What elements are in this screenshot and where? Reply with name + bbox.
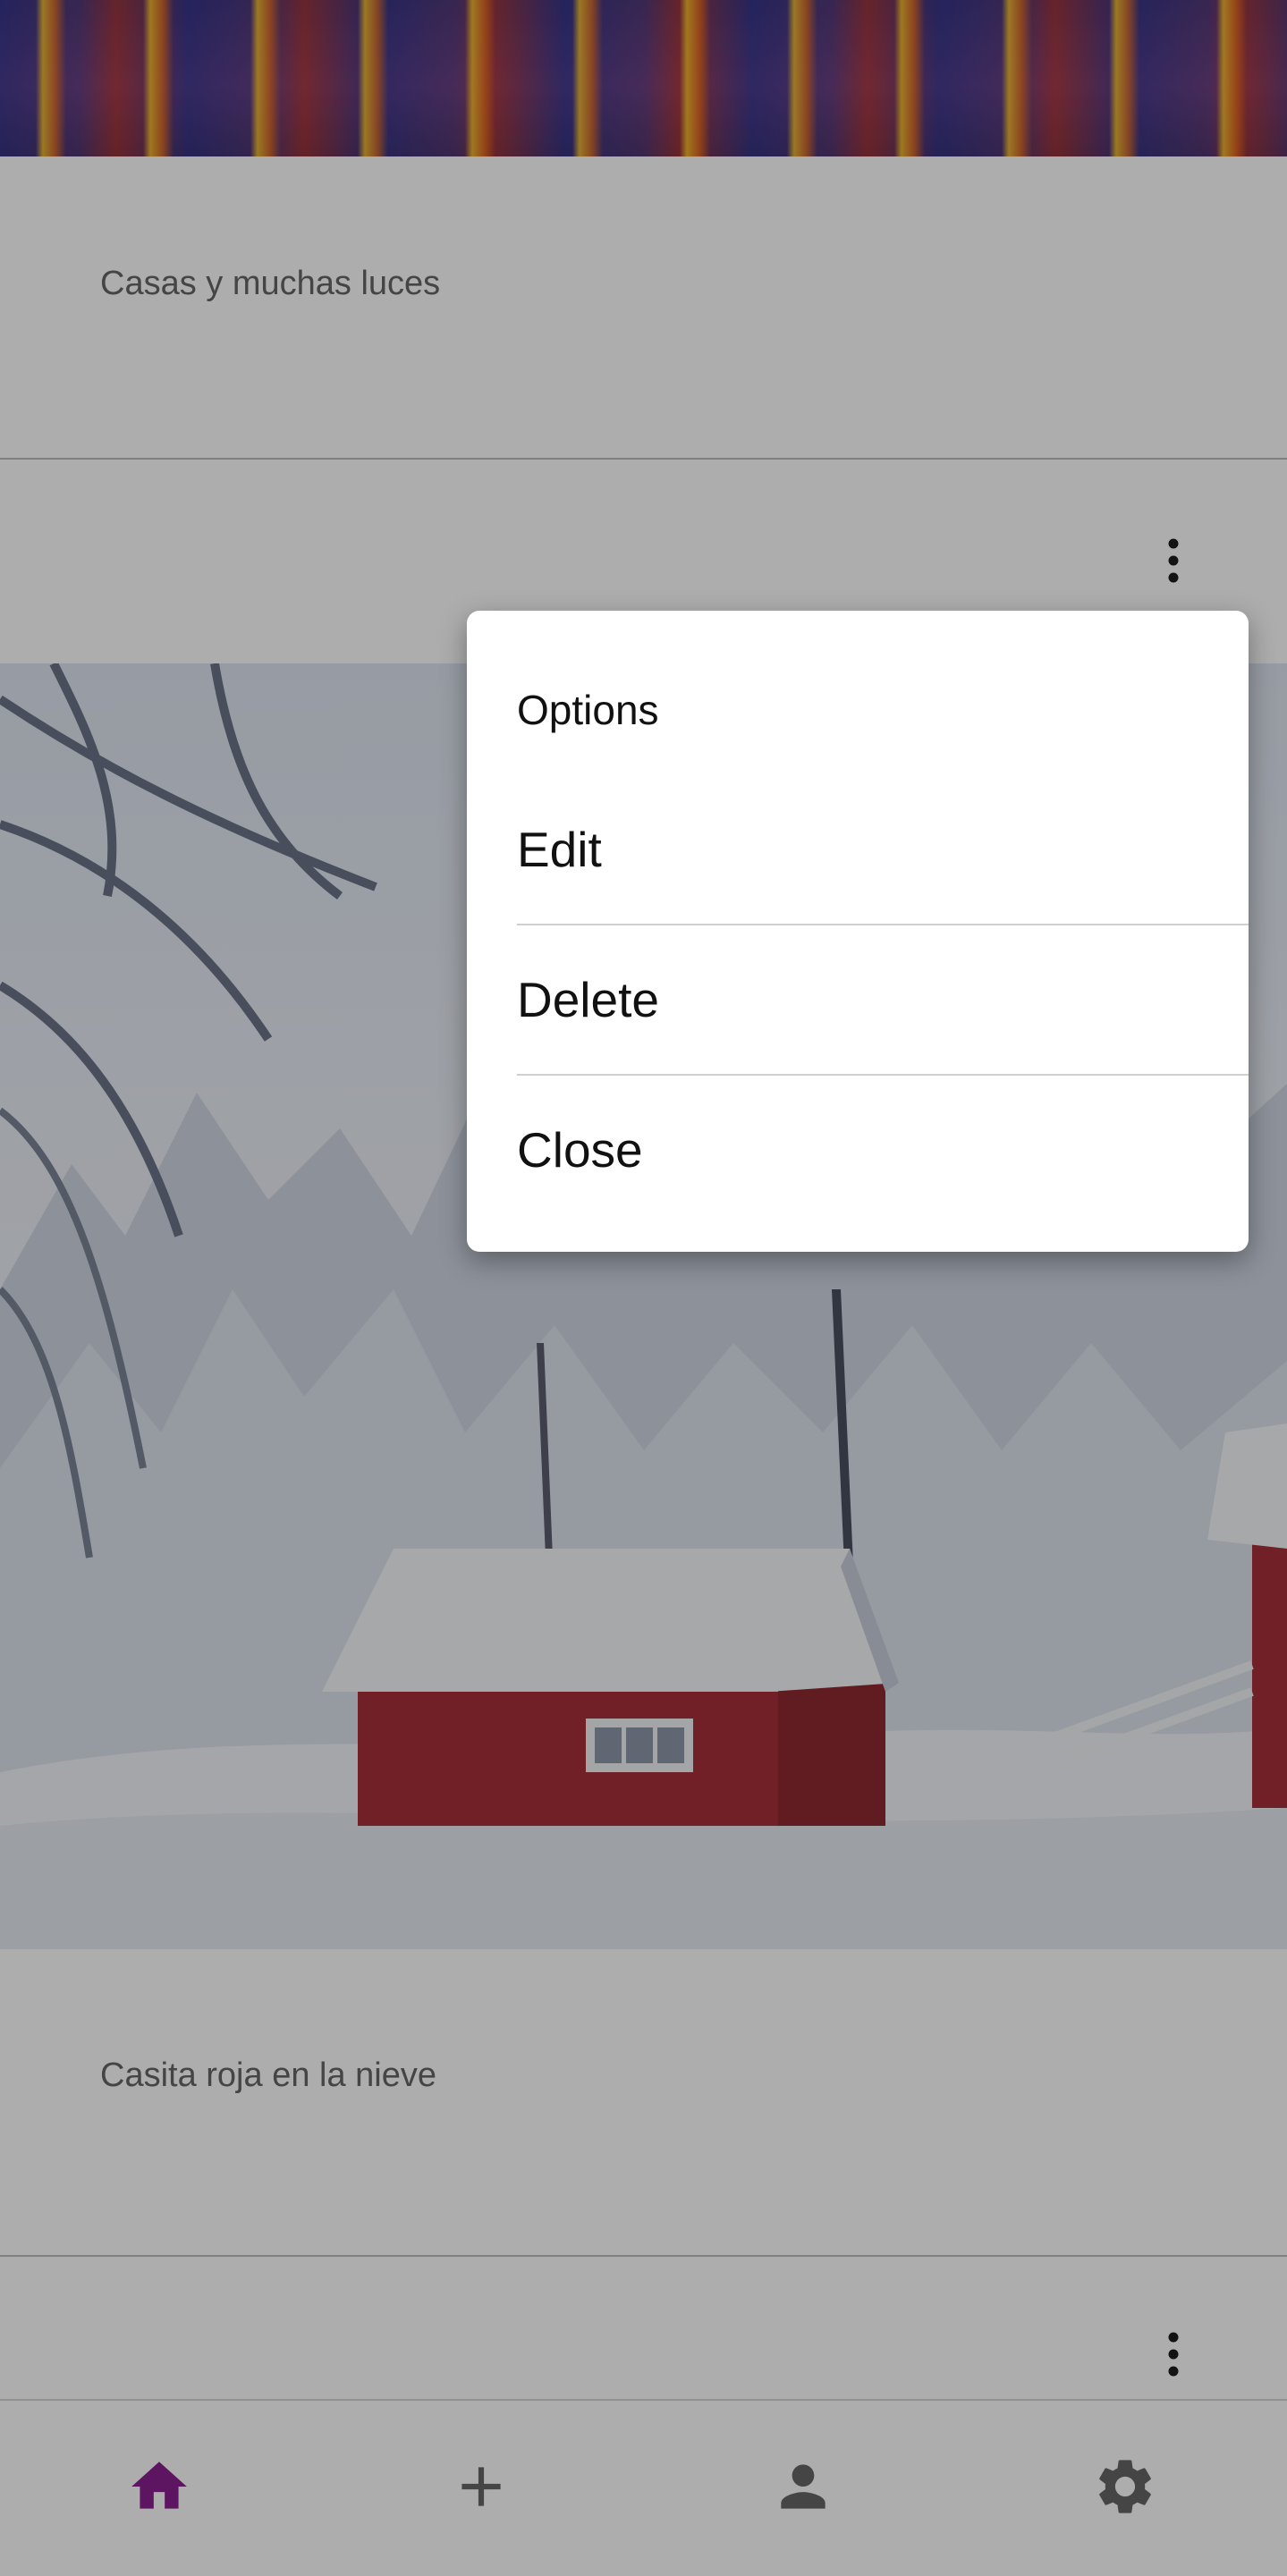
menu-item-close[interactable]: Close <box>517 1076 1249 1224</box>
dialog-title: Options <box>517 687 659 733</box>
menu-item-edit[interactable]: Edit <box>517 775 1249 924</box>
modal-scrim[interactable] <box>0 0 1287 2576</box>
menu-item-delete[interactable]: Delete <box>517 925 1249 1074</box>
options-dialog: Options Edit Delete Close <box>467 611 1249 1252</box>
